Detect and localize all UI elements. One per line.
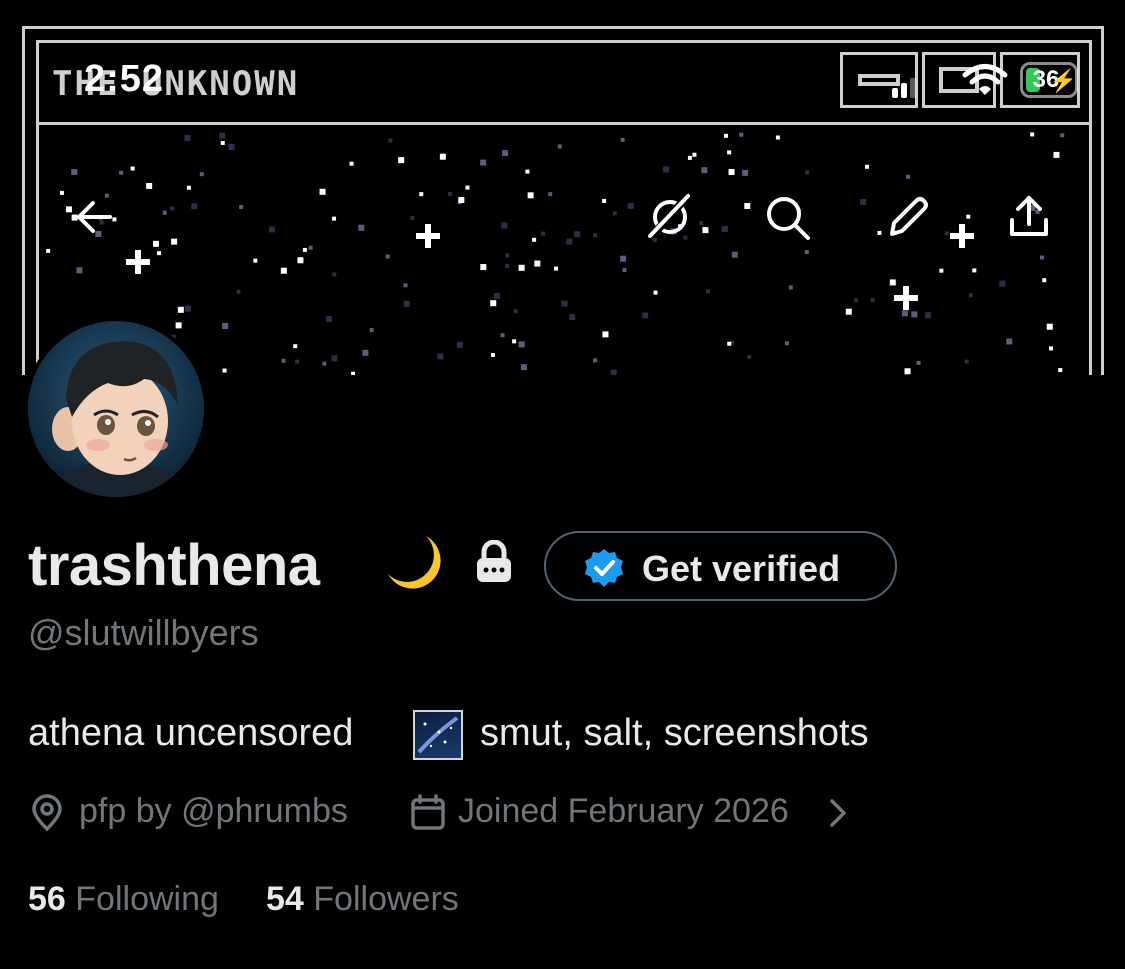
followers-label: Followers (313, 880, 459, 918)
milky-way-emoji-icon (413, 710, 463, 760)
avatar-illustration (28, 321, 204, 497)
share-button[interactable] (1002, 190, 1056, 244)
battery-indicator: 36 ⚡ (1020, 62, 1078, 98)
charging-bolt-icon: ⚡ (1049, 68, 1077, 93)
bio-text-start: athena uncensored (28, 712, 354, 754)
following-label: Following (75, 880, 219, 918)
crescent-moon-icon (388, 536, 441, 589)
cellular-signal-icon (892, 78, 916, 98)
followers-count: 54 (266, 880, 304, 918)
grok-icon (648, 194, 690, 239)
followers-link[interactable]: 54 Followers (266, 880, 459, 919)
following-count: 56 (28, 880, 66, 918)
get-verified-label: Get verified (642, 548, 841, 589)
profile-avatar[interactable] (24, 317, 208, 501)
back-button[interactable] (68, 190, 122, 244)
following-link[interactable]: 56 Following (28, 880, 219, 919)
wifi-icon (962, 64, 1008, 95)
display-name: trashthena (28, 533, 320, 598)
profile-joined-date[interactable]: Joined February 2026 (458, 792, 789, 831)
chevron-right-icon[interactable] (826, 796, 850, 830)
lock-icon (477, 540, 511, 582)
calendar-icon (411, 794, 445, 830)
grok-button[interactable] (642, 190, 696, 244)
get-verified-button[interactable]: Get verified (544, 531, 897, 601)
share-icon (1010, 196, 1048, 236)
arrow-left-icon (77, 201, 112, 233)
user-handle: @slutwillbyers (28, 612, 259, 653)
status-time: 2:52 (84, 58, 165, 100)
search-button[interactable] (760, 190, 814, 244)
edit-button[interactable] (880, 190, 934, 244)
search-icon (767, 197, 810, 240)
location-pin-icon (32, 794, 62, 832)
pencil-icon (890, 197, 928, 236)
profile-location[interactable]: pfp by @phrumbs (79, 792, 348, 831)
profile-banner[interactable]: THE UNKNOWN (0, 0, 1125, 375)
verified-badge-icon (585, 549, 623, 587)
bio-text-end: smut, salt, screenshots (480, 712, 869, 754)
